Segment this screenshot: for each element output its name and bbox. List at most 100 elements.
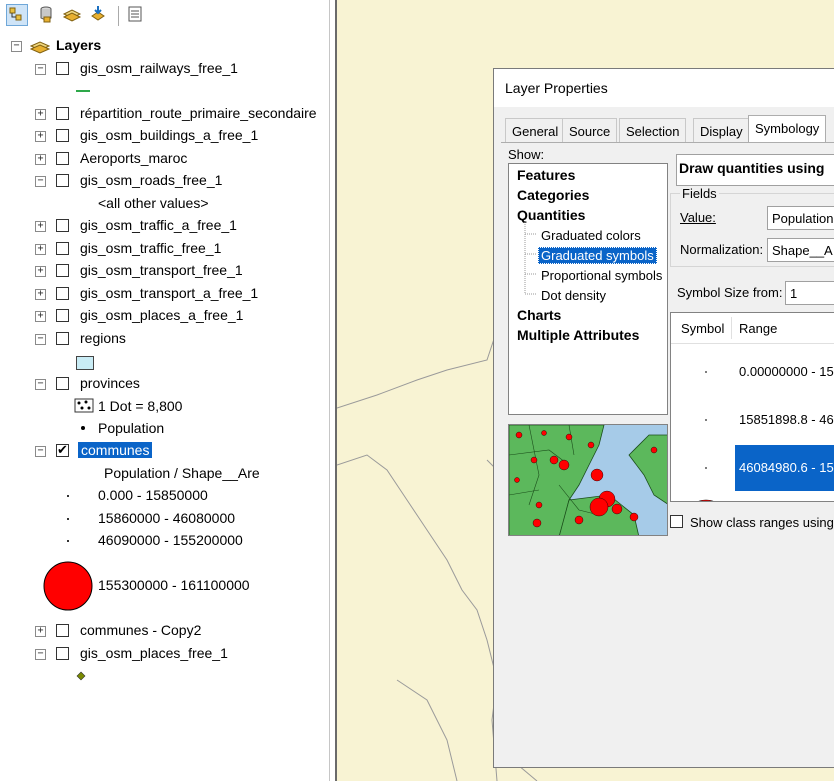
layer-row[interactable]: − gis_osm_places_free_1 [0, 644, 330, 666]
class-list-header: Symbol Range [671, 313, 834, 344]
layer-visibility-checkbox[interactable] [56, 107, 69, 120]
layer-visibility-checkbox[interactable] [56, 152, 69, 165]
class-row[interactable]: 0.00000000 - 15 [671, 349, 834, 395]
show-class-ranges-checkbox[interactable] [670, 515, 683, 528]
expand-icon[interactable]: + [35, 109, 46, 120]
layer-name: gis_osm_places_free_1 [80, 645, 228, 661]
class-symbol[interactable] [67, 540, 69, 542]
expand-icon[interactable]: + [35, 131, 46, 142]
expand-icon[interactable]: + [35, 154, 46, 165]
layer-visibility-checkbox[interactable] [56, 624, 69, 637]
layer-row[interactable]: − regions [0, 329, 330, 351]
layer-row[interactable]: + gis_osm_traffic_free_1 [0, 239, 330, 261]
layer-row[interactable]: + gis_osm_traffic_a_free_1 [0, 216, 330, 238]
layer-row[interactable]: + gis_osm_places_a_free_1 [0, 306, 330, 328]
place-point-symbol[interactable] [76, 671, 86, 681]
layer-properties-dialog[interactable]: Layer Properties General Source Selectio… [493, 68, 834, 768]
splitter[interactable] [335, 0, 337, 781]
renderer-proportional-symbols[interactable]: Proportional symbols [541, 268, 662, 283]
column-symbol[interactable]: Symbol [681, 321, 724, 336]
dialog-titlebar[interactable]: Layer Properties [494, 69, 834, 107]
renderer-categories[interactable]: Categories [517, 187, 589, 203]
renderer-multiple-attributes[interactable]: Multiple Attributes [517, 327, 639, 343]
layer-visibility-checkbox[interactable] [56, 332, 69, 345]
expand-icon[interactable]: + [35, 626, 46, 637]
class-range[interactable]: 15851898.8 - 46 [735, 397, 834, 443]
layer-visibility-checkbox[interactable] [56, 219, 69, 232]
class-symbol[interactable] [705, 371, 707, 373]
class-symbol[interactable] [705, 419, 707, 421]
collapse-icon[interactable]: − [35, 176, 46, 187]
class-range[interactable]: 0.00000000 - 15 [735, 349, 834, 395]
symbol-size-from-input[interactable]: 1 [785, 281, 834, 305]
layer-row-selected[interactable]: − communes [0, 441, 330, 463]
region-fill-symbol[interactable] [76, 356, 94, 370]
class-symbol[interactable] [67, 518, 69, 520]
layer-row[interactable]: + répartition_route_primaire_secondaire [0, 104, 330, 126]
renderer-features[interactable]: Features [517, 167, 575, 183]
collapse-icon[interactable]: − [35, 64, 46, 75]
show-class-ranges-label: Show class ranges using [690, 515, 834, 530]
normalization-field-select[interactable]: Shape__A [767, 238, 834, 262]
renderer-graduated-colors[interactable]: Graduated colors [541, 228, 641, 243]
class-row[interactable]: 15851898.8 - 46 [671, 397, 834, 443]
layer-row[interactable]: + Aeroports_maroc [0, 149, 330, 171]
list-by-visibility-button[interactable] [62, 4, 84, 26]
tab-source[interactable]: Source [562, 118, 618, 142]
collapse-icon[interactable]: − [35, 334, 46, 345]
layer-visibility-checkbox[interactable] [56, 242, 69, 255]
column-range[interactable]: Range [739, 321, 777, 336]
collapse-icon[interactable]: − [35, 649, 46, 660]
population-label: Population [98, 420, 165, 436]
layer-row[interactable]: − gis_osm_roads_free_1 [0, 171, 330, 193]
expand-icon[interactable]: + [35, 244, 46, 255]
expand-icon[interactable]: + [35, 221, 46, 232]
layer-row[interactable]: + gis_osm_transport_a_free_1 [0, 284, 330, 306]
expand-icon[interactable]: + [35, 289, 46, 300]
renderer-quantities[interactable]: Quantities [517, 207, 585, 223]
list-by-source-button[interactable] [36, 4, 58, 26]
class-range[interactable]: 46084980.6 - 15 [735, 445, 834, 491]
renderer-tree[interactable]: Features Categories Quantities Graduated… [508, 163, 668, 415]
expand-icon[interactable]: + [35, 311, 46, 322]
layer-row[interactable]: + communes - Copy2 [0, 621, 330, 643]
layer-visibility-checkbox[interactable] [56, 647, 69, 660]
large-circle-symbol[interactable] [42, 560, 94, 612]
class-list[interactable]: Symbol Range 0.00000000 - 15 15851898.8 … [670, 312, 834, 502]
renderer-dot-density[interactable]: Dot density [541, 288, 606, 303]
renderer-preview-image [508, 424, 668, 536]
renderer-charts[interactable]: Charts [517, 307, 561, 323]
tab-selection[interactable]: Selection [619, 118, 687, 142]
class-symbol[interactable] [705, 467, 707, 469]
layer-visibility-checkbox[interactable] [56, 377, 69, 390]
tab-display[interactable]: Display [693, 118, 750, 142]
database-icon [40, 6, 52, 23]
layer-visibility-checkbox[interactable] [56, 129, 69, 142]
options-button[interactable] [125, 4, 147, 26]
list-by-drawing-order-button[interactable] [6, 4, 28, 26]
value-field-select[interactable]: Population [767, 206, 834, 230]
layer-name: gis_osm_railways_free_1 [80, 60, 238, 76]
layer-visibility-checkbox[interactable] [56, 62, 69, 75]
layer-row[interactable]: − provinces [0, 374, 330, 396]
tab-general[interactable]: General [505, 118, 566, 142]
layer-visibility-checkbox[interactable] [56, 287, 69, 300]
tab-symbology[interactable]: Symbology [748, 115, 827, 143]
expand-icon[interactable]: + [35, 266, 46, 277]
list-by-selection-button[interactable] [88, 4, 110, 26]
layer-row[interactable]: + gis_osm_buildings_a_free_1 [0, 126, 330, 148]
collapse-icon[interactable]: − [11, 41, 22, 52]
collapse-icon[interactable]: − [35, 379, 46, 390]
collapse-icon[interactable]: − [35, 446, 46, 457]
layer-visibility-checkbox[interactable] [56, 264, 69, 277]
renderer-graduated-symbols[interactable]: Graduated symbols [538, 247, 657, 264]
layer-visibility-checkbox[interactable] [56, 442, 69, 458]
class-symbol[interactable] [67, 495, 69, 497]
class-row-selected[interactable]: 46084980.6 - 15 [671, 445, 834, 491]
layers-root[interactable]: − Layers [0, 36, 330, 58]
layer-row[interactable]: + gis_osm_transport_free_1 [0, 261, 330, 283]
class-range-label: 46090000 - 155200000 [98, 532, 243, 548]
layer-visibility-checkbox[interactable] [56, 309, 69, 322]
layer-visibility-checkbox[interactable] [56, 174, 69, 187]
layer-row[interactable]: − gis_osm_railways_free_1 [0, 59, 330, 81]
